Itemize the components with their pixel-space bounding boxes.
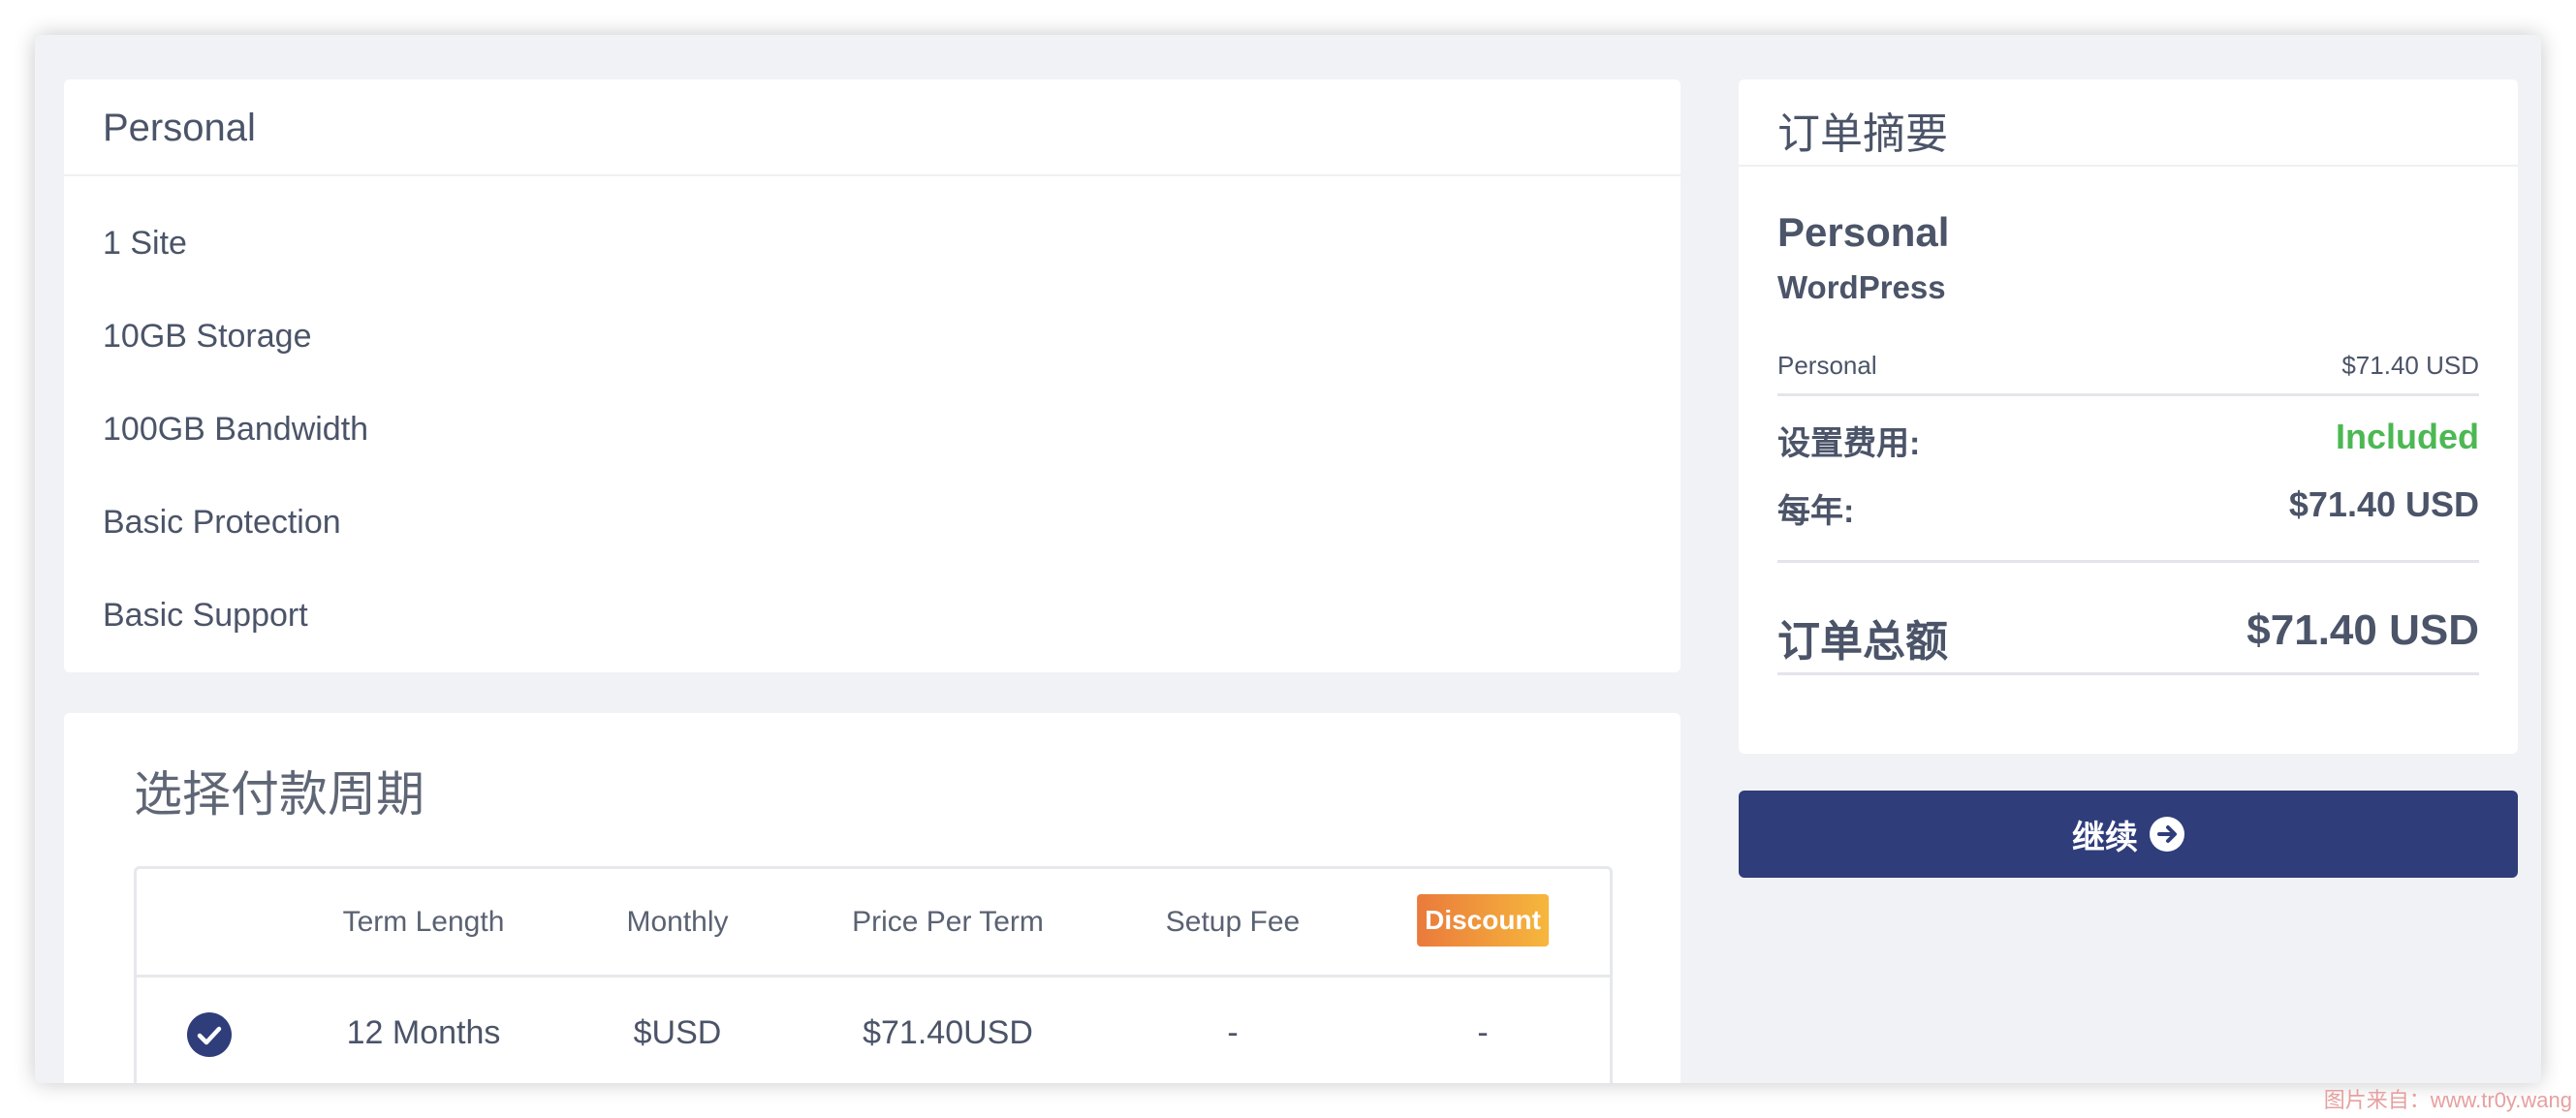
cell-monthly: $USD <box>633 1014 722 1051</box>
continue-label: 继续 <box>2072 819 2138 856</box>
line-item-label: Personal <box>1777 351 1877 380</box>
product-features-card: Personal 1 Site 10GB Storage 100GB Bandw… <box>64 79 1681 672</box>
feature-item: Basic Support <box>103 597 308 634</box>
header-term-length: Term Length <box>342 906 505 938</box>
summary-product-group: WordPress <box>1777 269 1946 305</box>
summary-header: 订单摘要 <box>1739 79 2518 167</box>
features-header: Personal <box>64 79 1681 176</box>
arrow-right-circle-icon <box>2150 817 2184 852</box>
header-price-per-term: Price Per Term <box>852 906 1044 938</box>
billing-cycle-title: 选择付款周期 <box>134 767 424 822</box>
line-item-price: $71.40 USD <box>2341 351 2479 380</box>
feature-item: 10GB Storage <box>103 318 312 355</box>
setup-fee-label: 设置费用: <box>1777 425 1921 462</box>
feature-item: 100GB Bandwidth <box>103 411 369 448</box>
divider <box>1777 672 2479 675</box>
annual-value: $71.40 USD <box>2288 484 2479 524</box>
total-value: $71.40 USD <box>2246 606 2479 654</box>
order-summary-card: 订单摘要 Personal WordPress Personal $71.40 … <box>1739 79 2518 754</box>
billing-cycle-table: Term Length Monthly Price Per Term Setup… <box>134 866 1613 1083</box>
header-setup-fee: Setup Fee <box>1165 906 1301 938</box>
summary-total-row: 订单总额 $71.40 USD <box>1777 606 2479 666</box>
cell-price-per-term: $71.40USD <box>863 1014 1033 1051</box>
table-header-row: Term Length Monthly Price Per Term Setup… <box>137 869 1610 978</box>
cell-setup-fee: - <box>1227 1014 1239 1051</box>
app-window: Personal 1 Site 10GB Storage 100GB Bandw… <box>35 35 2541 1083</box>
summary-line-item: Personal $71.40 USD <box>1777 351 2479 384</box>
header-discount-badge: Discount <box>1417 894 1549 947</box>
summary-product-name: Personal <box>1777 209 1950 255</box>
watermark: 图片来自：www.tr0y.wang <box>2323 1088 2572 1112</box>
billing-cycle-card: 选择付款周期 Term Length Monthly Price Per Ter… <box>64 713 1681 1083</box>
cell-discount: - <box>1477 1014 1489 1051</box>
check-circle-icon[interactable] <box>187 1012 232 1057</box>
feature-item: 1 Site <box>103 225 187 262</box>
setup-fee-value: Included <box>2335 417 2479 456</box>
continue-button[interactable]: 继续 <box>1739 791 2518 878</box>
header-monthly: Monthly <box>626 906 729 938</box>
divider <box>1777 560 2479 563</box>
total-label: 订单总额 <box>1777 618 1948 666</box>
continue-button-content: 继续 <box>1739 791 2518 878</box>
summary-setup-row: 设置费用: Included <box>1777 417 2479 462</box>
feature-item: Basic Protection <box>103 504 341 541</box>
summary-annual-row: 每年: $71.40 USD <box>1777 484 2479 530</box>
divider <box>1777 393 2479 396</box>
summary-title: 订单摘要 <box>1777 110 1948 158</box>
product-title: Personal <box>103 107 256 149</box>
cell-term-length: 12 Months <box>346 1014 501 1051</box>
annual-label: 每年: <box>1777 493 1855 530</box>
